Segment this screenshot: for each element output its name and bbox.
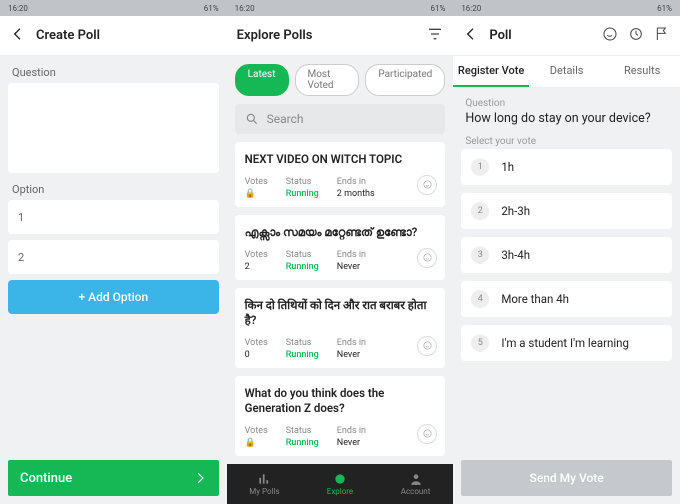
question-text: How long do stay on your device? <box>465 111 668 126</box>
history-icon[interactable] <box>628 26 644 46</box>
tabs: Register Vote Details Results <box>453 56 680 88</box>
filter-chips: Latest Most Voted Participated <box>235 64 446 96</box>
body: Question How long do stay on your device… <box>453 88 680 504</box>
nav-explore[interactable]: Explore <box>302 464 378 504</box>
status-time: 16:20 <box>461 4 481 13</box>
back-icon[interactable] <box>463 26 479 46</box>
status-bar: 16:20 61% <box>453 0 680 16</box>
create-poll-screen: 16:20 61% Create Poll Question Option 1 … <box>0 0 227 504</box>
chip-participated[interactable]: Participated <box>365 64 445 96</box>
option-text: I'm a student I'm learning <box>501 336 629 350</box>
bottom-nav: My Polls Explore Account <box>227 464 454 504</box>
poll-card[interactable]: किन दो तिथियों को दिन और रात बराबर होता … <box>235 288 446 368</box>
whatsapp-share-icon[interactable] <box>417 248 437 268</box>
vote-option[interactable]: 1 1h <box>461 149 672 185</box>
poll-card[interactable]: NEXT VIDEO ON WITCH TOPIC Votes🔒StatusRun… <box>235 142 446 207</box>
add-option-button[interactable]: + Add Option <box>8 280 219 314</box>
whatsapp-icon[interactable] <box>602 26 618 46</box>
status-battery: 61% <box>657 4 672 13</box>
poll-meta: Votes🔒StatusRunningEnds inNever <box>245 426 436 448</box>
search-icon <box>245 112 259 126</box>
whatsapp-share-icon[interactable] <box>417 336 437 356</box>
option-row[interactable]: 1 <box>8 200 219 234</box>
poll-detail-screen: 16:20 61% Poll Register Vote Details Res… <box>453 0 680 504</box>
option-text: More than 4h <box>501 292 569 306</box>
filter-icon[interactable] <box>427 26 443 46</box>
flag-icon[interactable] <box>654 26 670 46</box>
poll-title: किन दो तिथियों को दिन और रात बराबर होता … <box>245 298 436 328</box>
nav-my-polls[interactable]: My Polls <box>227 464 303 504</box>
select-vote-label: Select your vote <box>465 136 668 147</box>
option-number: 1 <box>471 158 489 176</box>
back-icon[interactable] <box>10 26 26 46</box>
chevron-right-icon <box>193 471 207 485</box>
option-number: 3 <box>471 246 489 264</box>
vote-option[interactable]: 3 3h-4h <box>461 237 672 273</box>
whatsapp-share-icon[interactable] <box>417 175 437 195</box>
search-input[interactable]: Search <box>235 104 446 134</box>
send-vote-button[interactable]: Send My Vote <box>461 460 672 496</box>
status-bar: 16:20 61% <box>227 0 454 16</box>
status-time: 16:20 <box>235 4 255 13</box>
vote-option[interactable]: 2 2h-3h <box>461 193 672 229</box>
page-title: Create Poll <box>36 28 217 43</box>
option-text: 2h-3h <box>501 204 530 218</box>
option-text: 1h <box>501 160 514 174</box>
page-title: Poll <box>489 28 592 43</box>
poll-meta: Votes🔒StatusRunningEnds in2 months <box>245 177 436 199</box>
vote-option[interactable]: 4 More than 4h <box>461 281 672 317</box>
chip-latest[interactable]: Latest <box>235 64 289 96</box>
chip-most-voted[interactable]: Most Voted <box>295 64 360 96</box>
option-number: 4 <box>471 290 489 308</box>
poll-meta: Votes2StatusRunningEnds inNever <box>245 250 436 272</box>
option-row[interactable]: 2 <box>8 240 219 274</box>
tab-results[interactable]: Results <box>604 56 680 87</box>
whatsapp-share-icon[interactable] <box>417 424 437 444</box>
continue-button[interactable]: Continue <box>8 460 219 496</box>
poll-card[interactable]: What do you think does the Generation Z … <box>235 376 446 456</box>
status-battery: 61% <box>204 4 219 13</box>
vote-option[interactable]: 5 I'm a student I'm learning <box>461 325 672 361</box>
poll-meta: Votes0StatusRunningEnds inNever <box>245 338 436 360</box>
body: Latest Most Voted Participated Search NE… <box>227 56 454 504</box>
status-battery: 61% <box>430 4 445 13</box>
option-text: 3h-4h <box>501 248 530 262</box>
poll-card[interactable]: എക്സാം സമയം മറ്റേണ്ടത് ഉണ്ടോ? Votes2Statu… <box>235 215 446 280</box>
question-input[interactable] <box>8 83 219 173</box>
option-label: Option <box>12 183 219 196</box>
option-number: 2 <box>471 202 489 220</box>
header: Create Poll <box>0 16 227 56</box>
header: Explore Polls <box>227 16 454 56</box>
question-label: Question <box>465 98 668 109</box>
explore-polls-screen: 16:20 61% Explore Polls Latest Most Vote… <box>227 0 454 504</box>
option-number: 5 <box>471 334 489 352</box>
status-time: 16:20 <box>8 4 28 13</box>
nav-account[interactable]: Account <box>378 464 454 504</box>
header: Poll <box>453 16 680 56</box>
page-title: Explore Polls <box>237 28 418 43</box>
tab-details[interactable]: Details <box>529 56 605 87</box>
poll-title: What do you think does the Generation Z … <box>245 386 436 416</box>
poll-title: NEXT VIDEO ON WITCH TOPIC <box>245 152 436 167</box>
question-label: Question <box>12 66 219 79</box>
tab-register-vote[interactable]: Register Vote <box>453 56 529 87</box>
poll-title: എക്സാം സമയം മറ്റേണ്ടത് ഉണ്ടോ? <box>245 225 436 240</box>
status-bar: 16:20 61% <box>0 0 227 16</box>
body: Question Option 1 2 + Add Option <box>0 56 227 504</box>
